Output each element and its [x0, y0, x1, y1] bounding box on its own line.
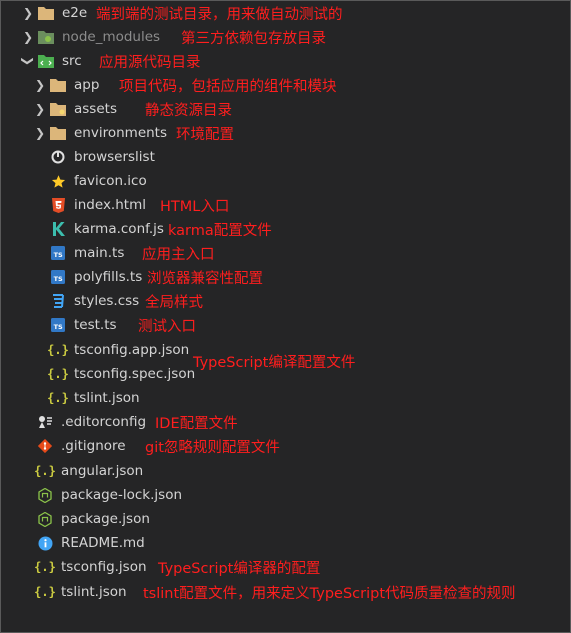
tree-item-gitignore[interactable]: .gitignore git忽略规则配置文件: [0, 434, 571, 458]
chevron-right-icon[interactable]: ❯: [32, 121, 48, 145]
tree-item-browserslist[interactable]: browserslist: [0, 145, 571, 169]
src-folder-icon: [38, 53, 54, 69]
editorconfig-icon: [37, 414, 53, 430]
info-icon: [37, 535, 53, 551]
node-folder-icon: [38, 29, 54, 45]
tree-item-label: node_modules: [62, 29, 161, 45]
karma-icon: [50, 221, 66, 237]
tree-item-readme[interactable]: README.md: [0, 531, 571, 555]
tree-item-src[interactable]: ❯ src 应用源代码目录: [0, 49, 571, 73]
json-braces-icon: {.}: [34, 585, 56, 599]
tree-item-label: environments: [74, 125, 168, 141]
tree-item-label: tslint.json: [74, 390, 140, 406]
tree-item-styles-css[interactable]: styles.css 全局样式: [0, 289, 571, 313]
typescript-icon: TS: [50, 269, 66, 285]
annotation: 应用主入口: [142, 246, 215, 263]
browserslist-icon: [50, 149, 66, 165]
tree-item-label: package-lock.json: [61, 487, 183, 503]
annotation: 项目代码，包括应用的组件和模块: [119, 78, 337, 95]
chevron-right-icon[interactable]: ❯: [32, 97, 48, 121]
folder-icon: [50, 101, 66, 117]
annotation: karma配置文件: [168, 222, 272, 239]
tree-item-label: tsconfig.spec.json: [74, 366, 196, 382]
json-braces-icon: {.}: [47, 367, 69, 381]
tree-item-label: tsconfig.json: [61, 559, 147, 575]
tree-item-label: favicon.ico: [74, 173, 147, 189]
chevron-right-icon[interactable]: ❯: [20, 25, 36, 49]
tree-item-label: app: [74, 77, 100, 93]
tree-item-app[interactable]: ❯ app 项目代码，包括应用的组件和模块: [0, 73, 571, 97]
annotation: 端到端的测试目录，用来做自动测试的: [96, 6, 343, 23]
tree-item-label: .gitignore: [61, 438, 126, 454]
tree-item-test-ts[interactable]: TS test.ts 测试入口: [0, 313, 571, 337]
chevron-down-icon[interactable]: ❯: [16, 53, 40, 69]
annotation: tslint配置文件，用来定义TypeScript代码质量检查的规则: [143, 585, 516, 602]
star-icon: [50, 173, 66, 189]
annotation: TypeScript编译器的配置: [158, 560, 321, 577]
tree-item-label: angular.json: [61, 463, 144, 479]
tree-item-package-json[interactable]: package.json: [0, 507, 571, 531]
typescript-icon: TS: [50, 317, 66, 333]
json-braces-icon: {.}: [34, 560, 56, 574]
tree-item-karma-conf[interactable]: karma.conf.js karma配置文件: [0, 217, 571, 241]
tree-item-label: README.md: [61, 535, 145, 551]
annotation: 静态资源目录: [145, 102, 232, 119]
tree-item-label: .editorconfig: [61, 414, 147, 430]
tree-item-label: test.ts: [74, 317, 117, 333]
git-icon: [37, 438, 53, 454]
annotation: 浏览器兼容性配置: [147, 270, 263, 287]
tree-item-label: polyfills.ts: [74, 269, 143, 285]
chevron-right-icon[interactable]: ❯: [32, 73, 48, 97]
tree-item-editorconfig[interactable]: .editorconfig IDE配置文件: [0, 410, 571, 434]
annotation: TypeScript编译配置文件: [193, 355, 356, 371]
svg-text:TS: TS: [54, 251, 63, 259]
svg-text:TS: TS: [54, 275, 63, 283]
tree-item-label: package.json: [61, 511, 150, 527]
tree-item-polyfills-ts[interactable]: TS polyfills.ts 浏览器兼容性配置: [0, 265, 571, 289]
tree-item-label: karma.conf.js: [74, 221, 164, 237]
folder-icon: [50, 125, 66, 141]
annotation: HTML入口: [160, 198, 230, 215]
typescript-icon: TS: [50, 245, 66, 261]
json-braces-icon: {.}: [34, 464, 56, 478]
tree-item-favicon[interactable]: favicon.ico: [0, 169, 571, 193]
tree-item-angular-json[interactable]: {.} angular.json: [0, 459, 571, 483]
tree-item-label: styles.css: [74, 293, 140, 309]
tree-item-label: index.html: [74, 197, 146, 213]
tree-item-index-html[interactable]: index.html HTML入口: [0, 193, 571, 217]
tree-item-label: tslint.json: [61, 584, 127, 600]
json-braces-icon: {.}: [47, 391, 69, 405]
chevron-right-icon[interactable]: ❯: [20, 1, 36, 25]
svg-text:TS: TS: [54, 323, 63, 331]
annotation: git忽略规则配置文件: [145, 439, 280, 456]
folder-icon: [38, 5, 54, 21]
tree-item-label: tsconfig.app.json: [74, 342, 190, 358]
tree-item-label: browserslist: [74, 149, 155, 165]
annotation: 环境配置: [176, 126, 234, 143]
tree-item-environments[interactable]: ❯ environments 环境配置: [0, 121, 571, 145]
tree-item-tslint-json[interactable]: {.} tslint.json tslint配置文件，用来定义TypeScrip…: [0, 580, 571, 604]
tree-item-e2e[interactable]: ❯ e2e 端到端的测试目录，用来做自动测试的: [0, 1, 571, 25]
html5-icon: [50, 197, 66, 213]
tree-item-tslint-json-src[interactable]: {.} tslint.json: [0, 386, 571, 410]
folder-icon: [50, 77, 66, 93]
tree-item-assets[interactable]: ❯ assets 静态资源目录: [0, 97, 571, 121]
annotation: 第三方依赖包存放目录: [181, 30, 326, 47]
annotation: IDE配置文件: [155, 415, 238, 432]
npm-icon: [37, 511, 53, 527]
annotation: 应用源代码目录: [99, 54, 201, 71]
tree-item-package-lock-json[interactable]: package-lock.json: [0, 483, 571, 507]
npm-icon: [37, 487, 53, 503]
annotation: 测试入口: [138, 318, 196, 335]
tree-item-label: main.ts: [74, 245, 125, 261]
tree-item-label: e2e: [62, 5, 88, 21]
tree-item-node-modules[interactable]: ❯ node_modules 第三方依赖包存放目录: [0, 25, 571, 49]
annotation: 全局样式: [145, 294, 203, 311]
css3-icon: [50, 293, 66, 309]
tree-item-main-ts[interactable]: TS main.ts 应用主入口: [0, 241, 571, 265]
json-braces-icon: {.}: [47, 343, 69, 357]
tree-item-label: src: [62, 53, 82, 69]
tree-item-tsconfig-json[interactable]: {.} tsconfig.json TypeScript编译器的配置: [0, 555, 571, 579]
tree-item-label: assets: [74, 101, 117, 117]
